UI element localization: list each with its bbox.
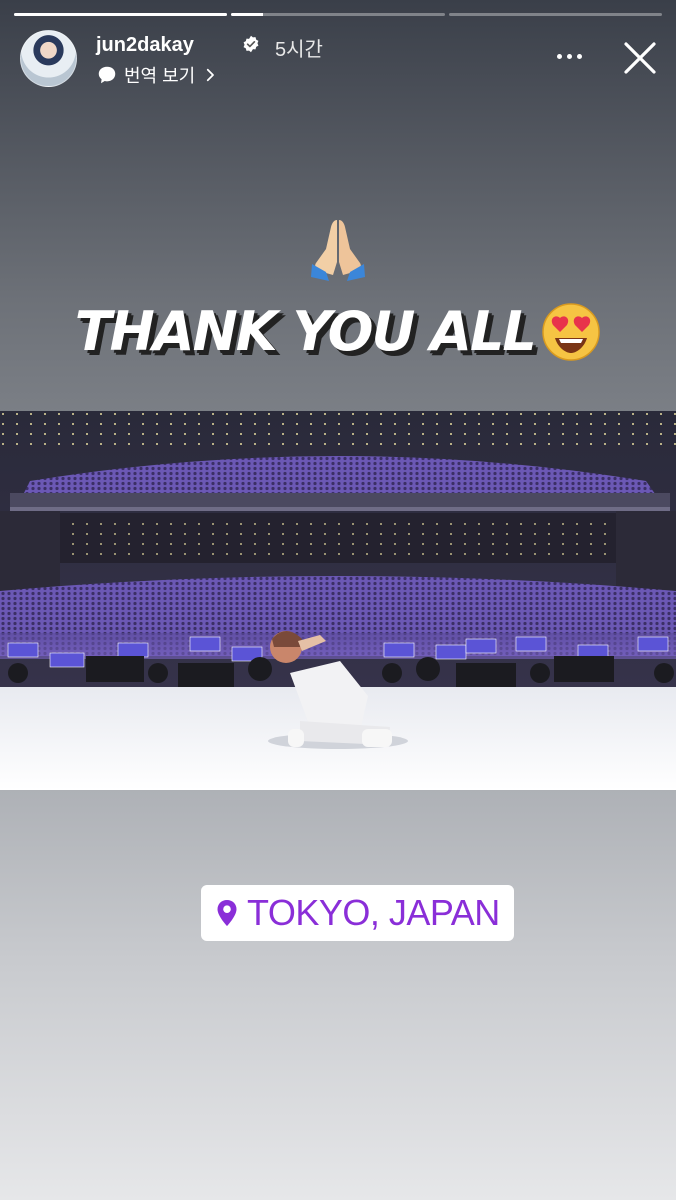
chevron-right-icon: [207, 68, 215, 82]
progress-segment: [231, 13, 445, 16]
close-icon[interactable]: [622, 40, 658, 76]
location-label: TOKYO, JAPAN: [247, 892, 500, 933]
folded-hands-emoji: [0, 214, 676, 294]
username[interactable]: jun2dakay: [96, 34, 194, 57]
progress-fill: [231, 13, 264, 16]
story-photo: [0, 411, 676, 790]
progress-fill: [14, 13, 228, 16]
progress-segment: [14, 13, 228, 16]
headline: THANK YOU ALL: [0, 300, 676, 380]
story-progress: [14, 13, 662, 16]
chat-bubble-icon: [98, 66, 116, 84]
concert-image: [0, 411, 676, 790]
verified-badge-icon: [243, 35, 259, 53]
avatar[interactable]: [20, 30, 77, 87]
post-time: 5시간: [275, 39, 323, 61]
heart-eyes-emoji: [542, 302, 600, 361]
location-pin-icon: [217, 900, 237, 926]
progress-segment: [448, 13, 662, 16]
headline-text: THANK YOU ALL: [74, 300, 537, 363]
translate-button[interactable]: 번역 보기: [96, 62, 219, 88]
story-header: jun2dakay 5시간 번역 보기: [20, 30, 658, 88]
location-sticker[interactable]: TOKYO, JAPAN: [201, 885, 514, 941]
more-options-icon[interactable]: [557, 54, 582, 59]
translate-label: 번역 보기: [124, 66, 196, 86]
